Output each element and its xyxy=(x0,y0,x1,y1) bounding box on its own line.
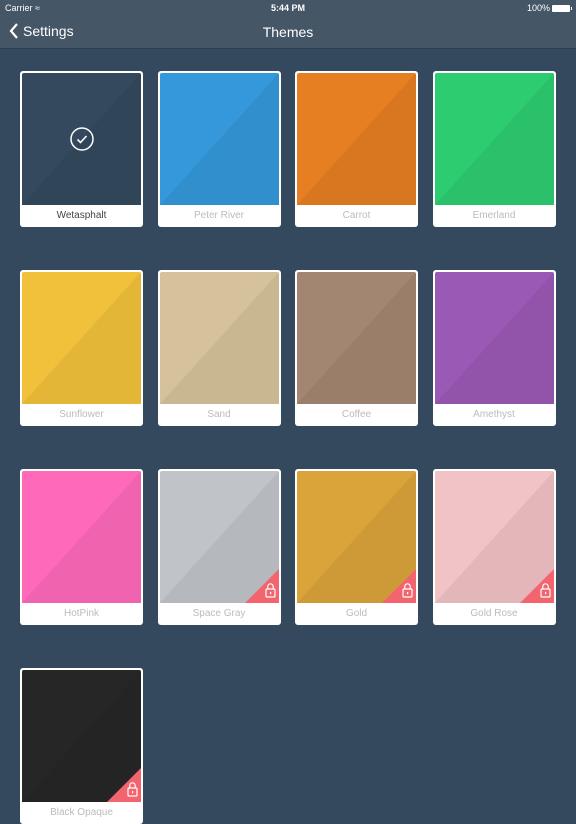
theme-swatch xyxy=(297,272,416,404)
theme-label: Gold xyxy=(345,608,368,619)
theme-label: Peter River xyxy=(193,210,244,221)
theme-swatch xyxy=(434,73,554,205)
navigation-bar: Carrier ≈ 5:44 PM 100% Settings Themes xyxy=(0,0,576,49)
theme-card-gold-rose[interactable]: Gold Rose xyxy=(432,469,556,625)
swatch-shade xyxy=(434,272,554,404)
theme-swatch xyxy=(159,73,279,205)
theme-swatch xyxy=(22,272,141,404)
theme-label: Wetasphalt xyxy=(56,210,107,221)
theme-label: Coffee xyxy=(341,409,372,420)
lock-icon xyxy=(244,569,279,603)
theme-swatch xyxy=(159,272,279,404)
theme-swatch xyxy=(22,670,141,802)
battery-icon xyxy=(552,4,572,12)
battery-percent: 100% xyxy=(526,3,550,13)
theme-card-peter-river[interactable]: Peter River xyxy=(157,71,281,227)
lock-icon xyxy=(519,569,554,603)
theme-card-gold[interactable]: Gold xyxy=(295,469,418,625)
theme-swatch xyxy=(22,471,141,603)
theme-label: Emerland xyxy=(472,210,516,221)
battery-indicator: 100% xyxy=(526,3,572,13)
swatch-shade xyxy=(22,471,141,603)
theme-card-sunflower[interactable]: Sunflower xyxy=(20,270,143,426)
theme-swatch xyxy=(297,471,416,603)
theme-label: Carrot xyxy=(342,210,371,221)
theme-card-amethyst[interactable]: Amethyst xyxy=(432,270,556,426)
page-title: Themes xyxy=(262,24,314,40)
theme-label: Sunflower xyxy=(59,409,104,420)
checkmark-circle-icon xyxy=(69,127,94,151)
swatch-shade xyxy=(22,272,141,404)
swatch-shade xyxy=(297,272,416,404)
time-label: 5:44 PM xyxy=(270,3,305,13)
theme-swatch xyxy=(434,471,554,603)
swatch-shade xyxy=(434,73,554,205)
theme-card-sand[interactable]: Sand xyxy=(157,270,281,426)
theme-card-space-gray[interactable]: Space Gray xyxy=(157,469,281,625)
status-bar: Carrier ≈ 5:44 PM 100% xyxy=(0,0,576,16)
theme-label: Black Opaque xyxy=(50,807,113,818)
theme-grid: Wetasphalt Peter River Carrot Emerland Sunfl… xyxy=(20,71,556,824)
lock-icon xyxy=(382,569,416,603)
theme-card-coffee[interactable]: Coffee xyxy=(295,270,418,426)
theme-label: Amethyst xyxy=(473,409,515,420)
theme-card-hotpink[interactable]: HotPink xyxy=(20,469,143,625)
swatch-shade xyxy=(159,272,279,404)
theme-swatch xyxy=(22,73,141,205)
theme-card-wetasphalt[interactable]: Wetasphalt xyxy=(20,71,143,227)
theme-label: Sand xyxy=(207,409,231,420)
theme-swatch xyxy=(297,73,416,205)
theme-card-emerland[interactable]: Emerland xyxy=(432,71,556,227)
theme-label: Gold Rose xyxy=(470,608,518,619)
lock-icon xyxy=(107,768,141,802)
theme-card-carrot[interactable]: Carrot xyxy=(295,71,418,227)
swatch-shade xyxy=(297,73,416,205)
theme-card-black-opaque[interactable]: Black Opaque xyxy=(20,668,143,824)
theme-swatch xyxy=(159,471,279,603)
theme-label: Space Gray xyxy=(192,608,246,619)
swatch-shade xyxy=(159,73,279,205)
theme-label: HotPink xyxy=(63,608,99,619)
theme-swatch xyxy=(434,272,554,404)
